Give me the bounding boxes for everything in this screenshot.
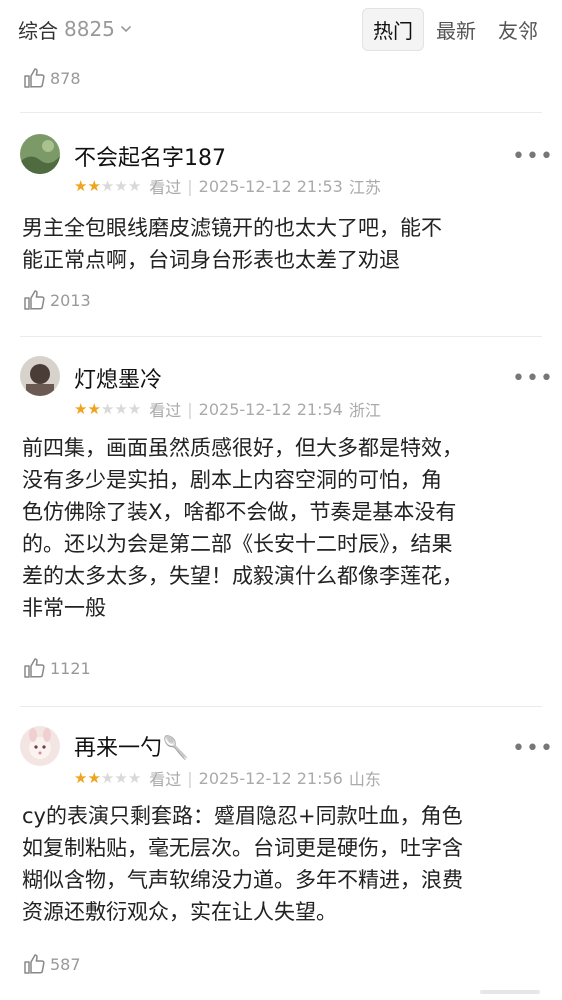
username[interactable]: 不会起名字187 bbox=[74, 140, 226, 172]
username[interactable]: 灯熄墨冷 bbox=[74, 362, 162, 394]
like-count: 2013 bbox=[50, 290, 91, 310]
chevron-down-icon bbox=[119, 22, 133, 36]
like-count: 587 bbox=[50, 954, 81, 974]
thumbs-up-icon bbox=[22, 66, 46, 90]
review-text: 男主全包眼线磨皮滤镜开的也太大了吧，能不 能正常点啊，台词身台形表也太差了劝退 bbox=[22, 216, 442, 272]
divider bbox=[20, 706, 542, 707]
filter-label: 综合 bbox=[18, 18, 58, 43]
watch-status: 看过 bbox=[149, 178, 182, 197]
comments-header: 综合 8825 热门 最新 友邻 bbox=[0, 0, 562, 58]
avatar[interactable] bbox=[20, 726, 60, 766]
thumbs-up-icon bbox=[22, 952, 46, 976]
review-meta: ★ ★ ★ ★ ★ 看过 | 2025-12-12 21:53 江苏 bbox=[74, 174, 381, 198]
rating-stars: ★ ★ ★ ★ ★ bbox=[74, 768, 142, 787]
like-button[interactable]: 587 bbox=[22, 952, 81, 976]
more-options-icon[interactable]: ••• bbox=[512, 738, 554, 760]
tab-friends[interactable]: 友邻 bbox=[488, 9, 548, 50]
comment-count: 8825 bbox=[64, 17, 115, 41]
tab-hot[interactable]: 热门 bbox=[362, 7, 424, 51]
rating-stars: ★ ★ ★ ★ ★ bbox=[74, 399, 142, 418]
like-count: 878 bbox=[50, 68, 81, 88]
sort-filter-dropdown[interactable]: 综合 8825 bbox=[18, 15, 133, 44]
like-button[interactable]: 2013 bbox=[22, 288, 91, 312]
review-location: 江苏 bbox=[348, 178, 381, 197]
review-location: 浙江 bbox=[348, 401, 381, 420]
review-meta: ★ ★ ★ ★ ★ 看过 | 2025-12-12 21:56 山东 bbox=[74, 766, 381, 790]
review-meta: ★ ★ ★ ★ ★ 看过 | 2025-12-12 21:54 浙江 bbox=[74, 397, 381, 421]
more-options-icon[interactable]: ••• bbox=[512, 146, 554, 168]
review-datetime: 2025-12-12 21:53 bbox=[198, 176, 343, 196]
divider bbox=[20, 336, 542, 337]
review-text: cy的表演只剩套路：蹙眉隐忍+同款吐血，角色 如复制粘贴，毫无层次。台词更是硬伤… bbox=[22, 804, 463, 924]
rating-stars: ★ ★ ★ ★ ★ bbox=[74, 176, 142, 195]
username[interactable]: 再来一勺🥄 bbox=[74, 730, 189, 762]
scroll-indicator bbox=[480, 990, 540, 994]
avatar[interactable] bbox=[20, 134, 60, 174]
thumbs-up-icon bbox=[22, 288, 46, 312]
divider bbox=[20, 112, 542, 113]
more-options-icon[interactable]: ••• bbox=[512, 368, 554, 390]
watch-status: 看过 bbox=[149, 770, 182, 789]
review-location: 山东 bbox=[348, 770, 381, 789]
sort-tabs: 热门 最新 友邻 bbox=[360, 7, 548, 51]
thumbs-up-icon bbox=[22, 656, 46, 680]
review-datetime: 2025-12-12 21:54 bbox=[198, 399, 343, 419]
avatar[interactable] bbox=[20, 356, 60, 396]
watch-status: 看过 bbox=[149, 401, 182, 420]
tab-latest[interactable]: 最新 bbox=[426, 9, 486, 50]
like-button[interactable]: 878 bbox=[22, 66, 81, 90]
like-count: 1121 bbox=[50, 658, 91, 678]
like-button[interactable]: 1121 bbox=[22, 656, 91, 680]
review-text: 前四集，画面虽然质感很好，但大多都是特效， 没有多少是实拍，剧本上内容空洞的可怕… bbox=[22, 436, 463, 620]
review-datetime: 2025-12-12 21:56 bbox=[198, 768, 343, 788]
